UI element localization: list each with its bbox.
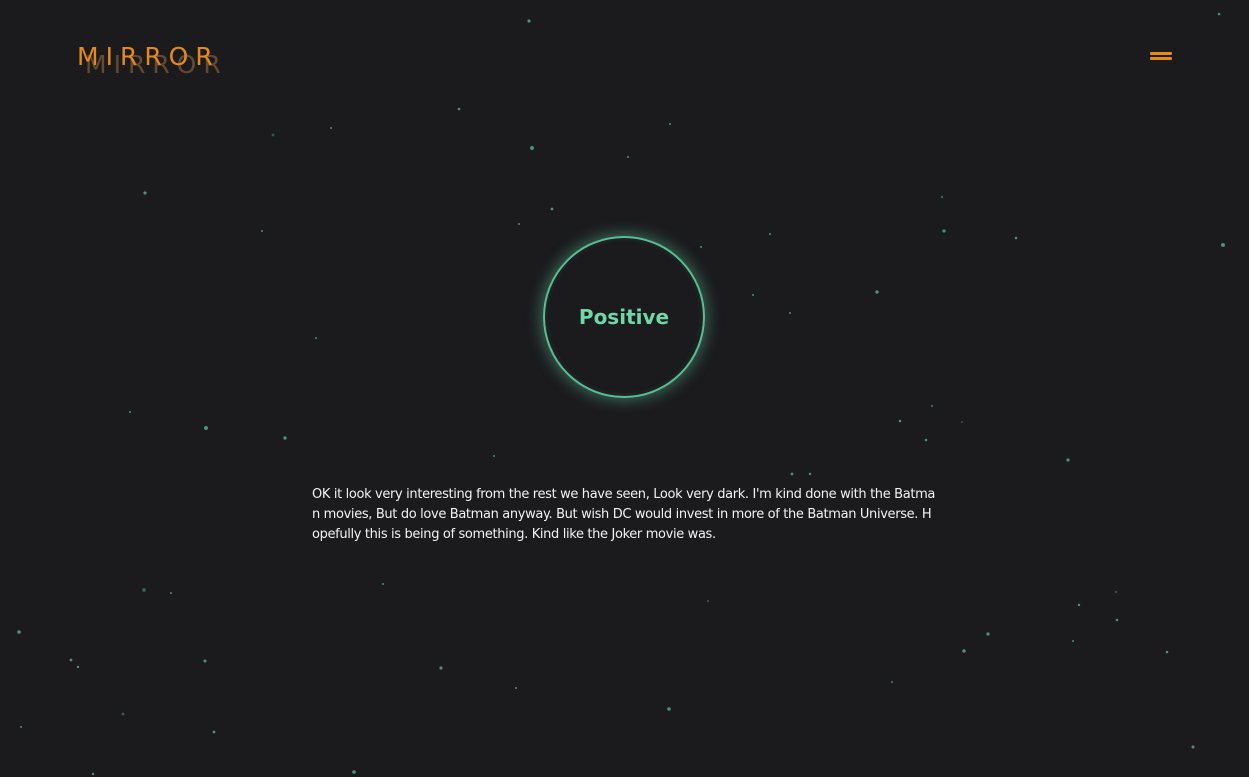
menu-line-top	[1150, 52, 1172, 55]
review-text: OK it look very interesting from the res…	[312, 487, 935, 542]
brand-logo[interactable]: MIRROR MIRROR	[77, 42, 237, 82]
page: MIRROR MIRROR Positive OK it look very i…	[0, 0, 1249, 777]
hamburger-menu-icon[interactable]	[1150, 49, 1172, 63]
sentiment-result-circle: Positive	[543, 236, 705, 398]
menu-line-bottom	[1150, 57, 1172, 60]
sentiment-label: Positive	[578, 305, 670, 329]
logo-text: MIRROR	[77, 42, 220, 71]
